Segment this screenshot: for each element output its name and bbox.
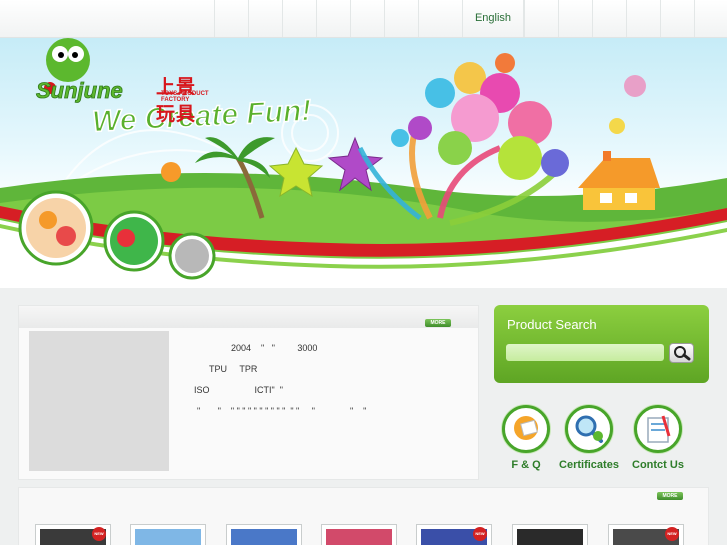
product-thumbnail[interactable] [130,524,206,545]
about-line: ISO ICTI" " [194,385,283,395]
products-panel: MORE NEW NEW NEW [18,487,709,545]
frog-mascot-icon: Sunjune [36,38,123,103]
product-search-input[interactable] [506,344,664,361]
nav-item[interactable] [350,0,384,37]
company-logo[interactable]: Sunjune 上景玩具 TOYS PRODUCT FACTORY [30,38,210,125]
faq-label: F & Q [511,459,541,471]
nav-item[interactable] [418,0,452,37]
nav-item[interactable] [214,0,248,37]
contact-us-label: Contct Us [632,459,684,471]
about-line: TPU TPR [209,364,258,374]
about-company-image [29,331,169,471]
certificates-link[interactable]: Certificates [559,405,619,471]
nav-item[interactable] [694,0,727,37]
product-search-panel: Product Search [494,305,709,383]
nav-item[interactable] [558,0,592,37]
nav-item[interactable] [592,0,626,37]
product-search-title: Product Search [507,317,597,332]
hero-banner: We Create Fun! Sunjune 上景玩具 TOYS PRODUCT… [0,38,727,288]
about-line: " " " " " " " " " " " " " " " " " [197,406,367,416]
top-nav-bar: English [0,0,727,38]
new-badge: NEW [473,527,487,541]
product-thumbnail[interactable]: NEW [416,524,492,545]
nav-item[interactable] [524,0,558,37]
about-more-button[interactable]: MORE [425,319,451,327]
product-thumbnail[interactable] [321,524,397,545]
search-button[interactable] [669,343,694,363]
english-language-link[interactable]: English [462,0,524,37]
product-image [326,529,392,545]
certificate-icon [565,405,613,453]
products-more-button[interactable]: MORE [657,492,683,500]
faq-link[interactable]: F & Q [496,405,556,471]
product-thumbnail[interactable]: NEW [35,524,111,545]
nav-menu [214,0,452,37]
product-image [135,529,201,545]
product-thumbnail[interactable]: NEW [608,524,684,545]
nav-menu-right [524,0,727,37]
product-image [517,529,583,545]
about-company-panel: MORE 2004 " " 3000 TPU TPR ISO ICTI" " "… [18,305,479,480]
about-description: 2004 " " 3000 TPU TPR ISO ICTI" " " " " … [187,338,366,422]
product-image [231,529,297,545]
logo-brand-text: Sunjune [36,78,123,103]
new-badge: NEW [92,527,106,541]
nav-item[interactable] [316,0,350,37]
certificates-label: Certificates [559,459,619,471]
new-badge: NEW [665,527,679,541]
contact-us-link[interactable]: Contct Us [628,405,688,471]
nav-item[interactable] [660,0,694,37]
about-panel-header [19,306,478,328]
product-thumbnail[interactable] [226,524,302,545]
faq-icon [502,405,550,453]
nav-item[interactable] [626,0,660,37]
magnifier-icon [674,346,691,361]
nav-item[interactable] [384,0,418,37]
nav-item[interactable] [282,0,316,37]
product-thumbnail[interactable] [512,524,588,545]
contact-icon [634,405,682,453]
logo-tagline: TOYS PRODUCT FACTORY [161,91,209,103]
about-line: 2004 " " 3000 [231,343,318,353]
nav-item[interactable] [248,0,282,37]
